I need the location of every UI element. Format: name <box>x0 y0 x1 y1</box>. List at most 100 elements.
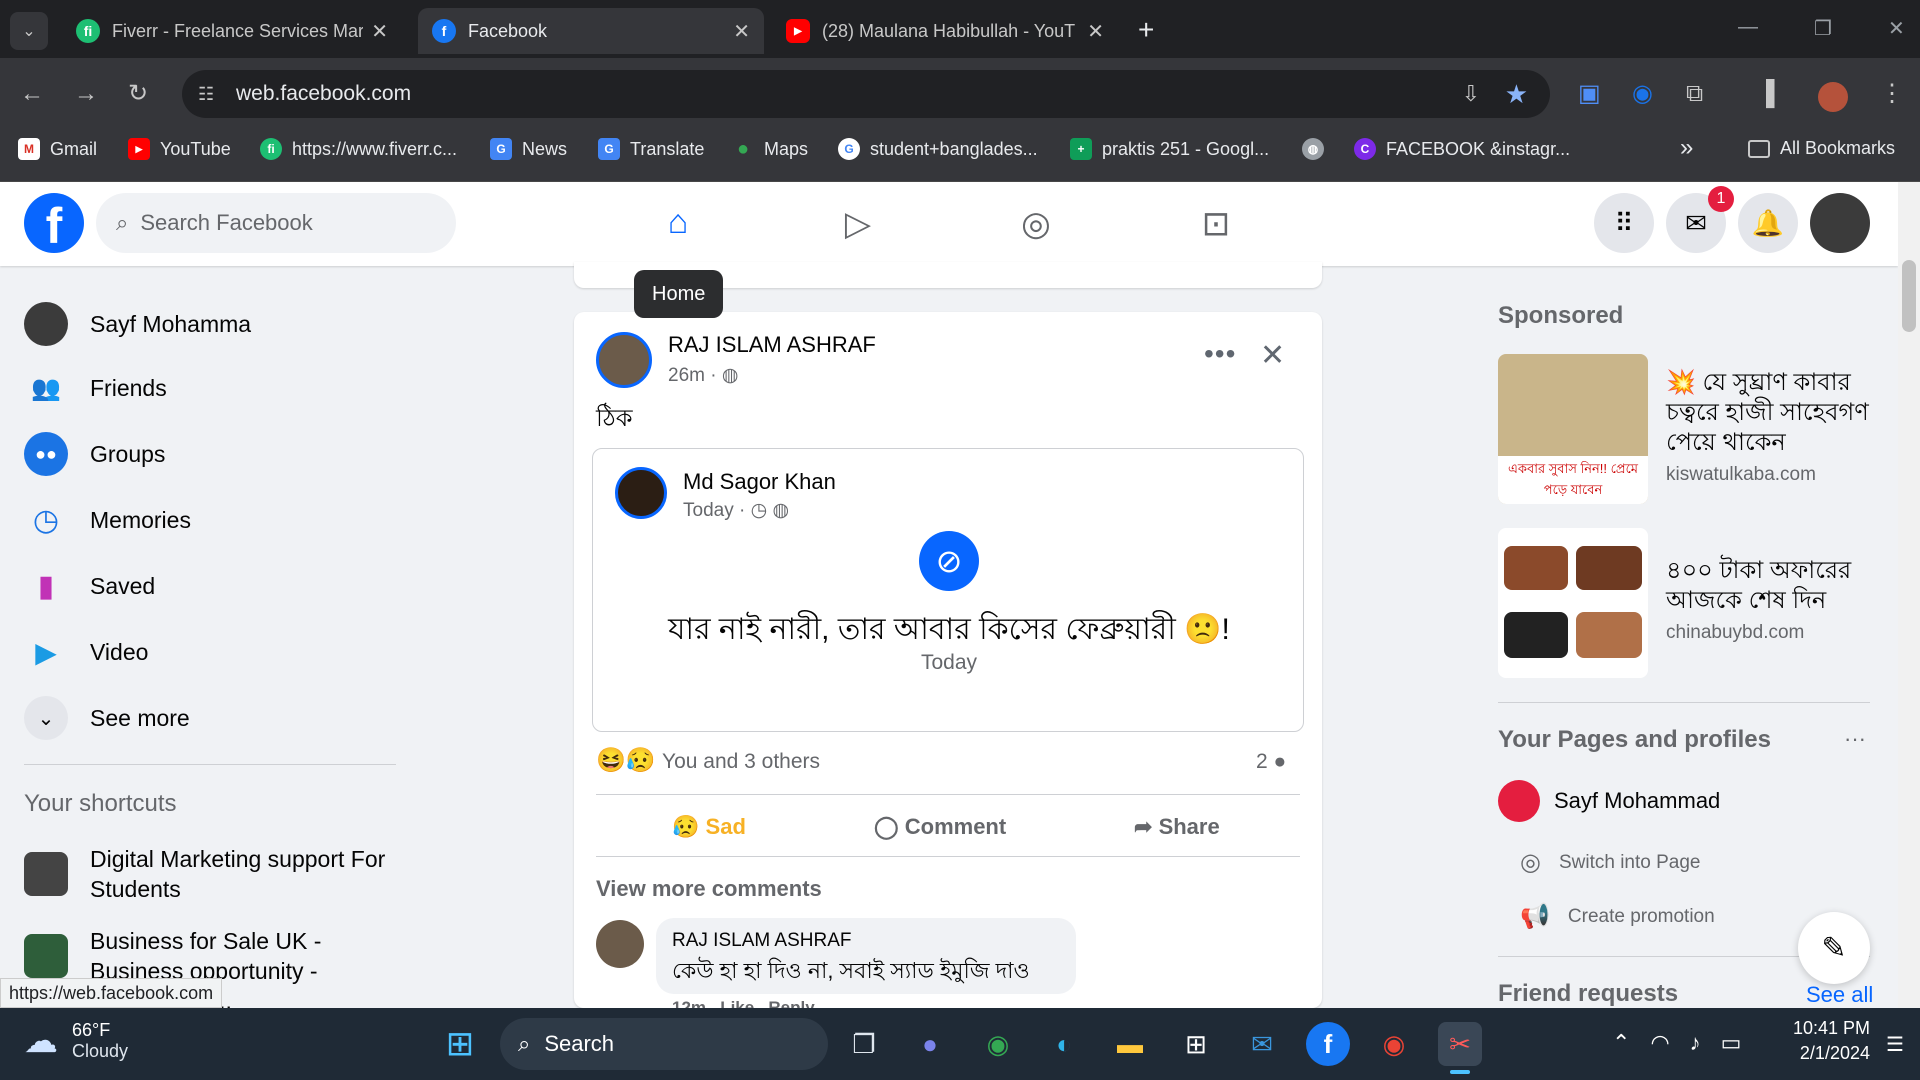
close-tab-icon[interactable]: ✕ <box>371 19 388 44</box>
sad-reaction-button[interactable]: 😥 Sad <box>672 814 746 840</box>
shared-author[interactable]: Md Sagor Khan <box>683 469 836 495</box>
system-tray[interactable]: ⌃ ◠ ♪ ▭ <box>1612 1030 1741 1056</box>
extension-icon[interactable]: ◉ <box>1632 82 1653 106</box>
forward-icon[interactable]: → <box>74 82 98 106</box>
profile-avatar[interactable] <box>1818 82 1848 112</box>
clock[interactable]: 10:41 PM 2/1/2024 <box>1774 1018 1870 1064</box>
shortcut-item[interactable]: Digital Marketing support For Students <box>24 844 410 904</box>
shared-post[interactable]: Md Sagor Khan Today · ◷ ◍ ⊘ যার নাই নারী… <box>592 448 1304 732</box>
close-window-icon[interactable]: ✕ <box>1888 16 1905 41</box>
close-tab-icon[interactable]: ✕ <box>733 19 750 44</box>
maximize-icon[interactable]: ❐ <box>1814 16 1832 41</box>
address-bar[interactable]: ☷ web.facebook.com ⇩ ★ <box>182 70 1550 118</box>
ad-item[interactable]: একবার সুবাস নিন!! প্রেমে পড়ে যাবেন 💥 যে… <box>1498 354 1869 504</box>
bookmark[interactable]: G Translate <box>598 138 704 160</box>
comment-meta[interactable]: 12m Like Reply <box>672 998 815 1008</box>
post-author[interactable]: RAJ ISLAM ASHRAF <box>668 332 876 358</box>
nav-home[interactable]: ⌂ <box>598 182 758 266</box>
post-author-avatar[interactable] <box>596 332 652 388</box>
close-icon[interactable]: ✕ <box>1260 338 1285 373</box>
edge-icon[interactable]: ◐ <box>1042 1022 1086 1066</box>
reaction-icons[interactable]: 😆😥 <box>596 746 656 775</box>
share-button[interactable]: ➦ Share <box>1134 814 1220 840</box>
scrollbar[interactable] <box>1898 182 1920 1008</box>
reload-icon[interactable]: ↻ <box>128 82 148 106</box>
store-icon[interactable]: ⊞ <box>1174 1022 1218 1066</box>
chrome-icon[interactable]: ◉ <box>976 1022 1020 1066</box>
start-icon[interactable]: ⊞ <box>438 1022 482 1066</box>
bookmark[interactable]: + praktis 251 - Googl... <box>1070 138 1269 160</box>
menu-icon[interactable]: ⋮ <box>1880 82 1904 106</box>
see-more-button[interactable]: ⌄ See more <box>24 696 190 740</box>
bookmark[interactable]: ▶ YouTube <box>128 138 231 160</box>
wifi-icon[interactable]: ◠ <box>1650 1030 1669 1056</box>
teams-icon[interactable]: ● <box>908 1022 952 1066</box>
view-more-comments[interactable]: View more comments <box>596 876 822 902</box>
post-options-icon[interactable]: ••• <box>1204 338 1236 370</box>
side-panel-icon[interactable]: ▌ <box>1766 82 1783 106</box>
reaction-summary[interactable]: You and 3 others <box>662 750 820 774</box>
bookmark[interactable]: fi https://www.fiverr.c... <box>260 138 457 160</box>
scrollbar-thumb[interactable] <box>1902 260 1916 332</box>
bookmark[interactable]: C FACEBOOK &instagr... <box>1354 138 1570 160</box>
taskbar-search[interactable]: ⌕ Search <box>500 1018 828 1070</box>
extensions-puzzle-icon[interactable]: ⧉ <box>1686 82 1703 106</box>
bookmark-star-icon[interactable]: ★ <box>1505 79 1528 110</box>
facebook-app-icon[interactable]: f <box>1306 1022 1350 1066</box>
nav-groups[interactable]: ◎ <box>956 182 1116 266</box>
page-item[interactable]: Sayf Mohammad <box>1498 780 1720 822</box>
sidebar-item-memories[interactable]: ◷ Memories <box>24 498 191 542</box>
back-icon[interactable]: ← <box>20 82 44 106</box>
weather-widget[interactable]: ☁ 66°F Cloudy <box>24 1020 128 1062</box>
extension-icon[interactable]: ▣ <box>1578 82 1601 106</box>
sidebar-item-video[interactable]: ▶ Video <box>24 630 148 674</box>
sidebar-item-saved[interactable]: ▮ Saved <box>24 564 155 608</box>
nav-gaming[interactable]: ⊡ <box>1136 182 1296 266</box>
see-all-link[interactable]: See all <box>1806 982 1873 1008</box>
search-input[interactable]: ⌕ Search Facebook <box>96 193 456 253</box>
notification-center-icon[interactable]: ☰ <box>1886 1032 1904 1057</box>
facebook-logo[interactable]: f <box>24 193 84 253</box>
bookmark[interactable]: G News <box>490 138 567 160</box>
sidebar-item-groups[interactable]: ●● Groups <box>24 432 165 476</box>
file-explorer-icon[interactable]: ▬ <box>1108 1022 1152 1066</box>
more-bookmarks-button[interactable]: » <box>1680 134 1693 162</box>
chevron-up-icon[interactable]: ⌃ <box>1612 1030 1630 1056</box>
comment-count[interactable]: 2 ● <box>1256 750 1286 774</box>
tab-fiverr[interactable]: fi Fiverr - Freelance Services Mark ✕ <box>62 8 402 54</box>
bookmark[interactable]: ◍ <box>1302 138 1334 160</box>
sidebar-item-friends[interactable]: 👥 Friends <box>24 366 167 410</box>
bookmark[interactable]: M Gmail <box>18 138 97 160</box>
shared-author-avatar[interactable] <box>615 467 667 519</box>
account-avatar[interactable] <box>1810 193 1870 253</box>
tab-youtube[interactable]: ▶ (28) Maulana Habibullah - YouT ✕ <box>772 8 1118 54</box>
tab-search-button[interactable]: ⌄ <box>10 12 48 50</box>
all-bookmarks-button[interactable]: All Bookmarks <box>1748 138 1895 159</box>
mail-icon[interactable]: ✉ <box>1240 1022 1284 1066</box>
comment-button[interactable]: ◯ Comment <box>874 814 1006 840</box>
switch-into-page-button[interactable]: ◎ Switch into Page <box>1520 848 1700 877</box>
comment-avatar[interactable] <box>596 920 644 968</box>
install-app-icon[interactable]: ⇩ <box>1462 81 1480 107</box>
pages-options-icon[interactable]: ··· <box>1844 726 1866 752</box>
tab-facebook[interactable]: f Facebook ✕ <box>418 8 764 54</box>
sidebar-item-profile[interactable]: Sayf Mohamma <box>24 302 251 346</box>
notifications-button[interactable]: 🔔 <box>1738 193 1798 253</box>
snipping-tool-icon[interactable]: ✂ <box>1438 1022 1482 1066</box>
speaker-icon[interactable]: ♪ <box>1690 1030 1701 1056</box>
battery-icon[interactable]: ▭ <box>1721 1030 1742 1056</box>
menu-button[interactable]: ⠿ <box>1594 193 1654 253</box>
window-controls[interactable]: — ❐ ✕ <box>1738 16 1905 41</box>
chrome-profile-icon[interactable]: ◉ <box>1372 1022 1416 1066</box>
site-info-icon[interactable]: ☷ <box>198 84 214 105</box>
comment-author[interactable]: RAJ ISLAM ASHRAF <box>672 930 1060 952</box>
minimize-icon[interactable]: — <box>1738 16 1758 41</box>
bookmark[interactable]: ● Maps <box>732 138 808 160</box>
bookmark[interactable]: Gstudent+banglades... <box>838 138 1038 160</box>
new-tab-button[interactable]: + <box>1138 14 1154 46</box>
create-promotion-button[interactable]: 📢 Create promotion <box>1520 902 1715 931</box>
nav-video[interactable]: ▷ <box>778 182 938 266</box>
new-message-button[interactable]: ✎ <box>1798 912 1870 984</box>
close-tab-icon[interactable]: ✕ <box>1087 19 1104 44</box>
ad-item[interactable]: ৪০০ টাকা অফারের আজকে শেষ দিন chinabuybd.… <box>1498 528 1868 678</box>
